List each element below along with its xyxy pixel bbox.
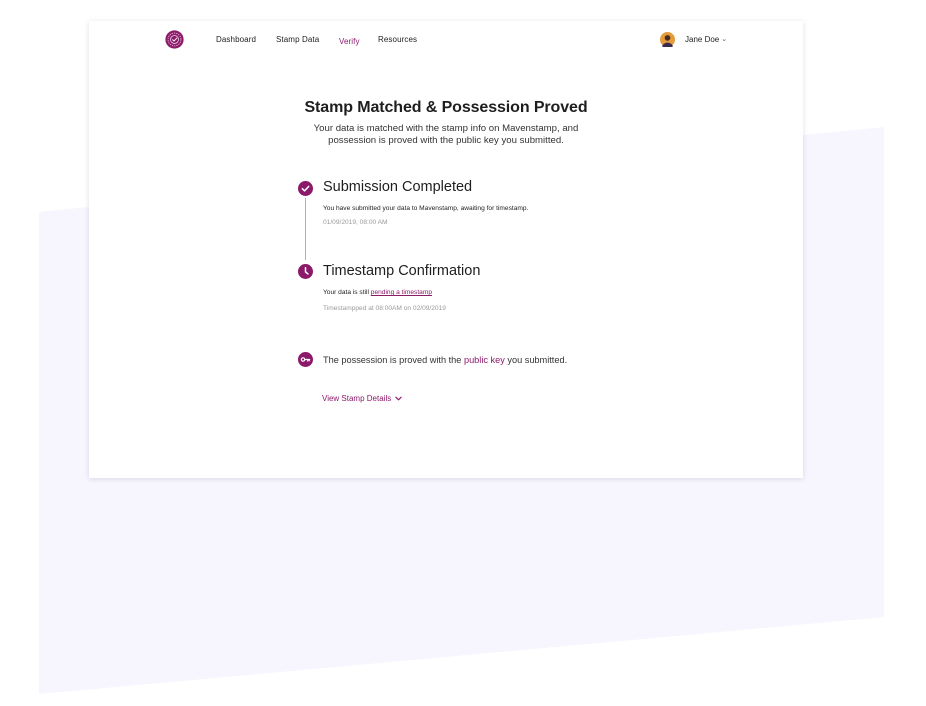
mavenstamp-logo-icon[interactable] — [165, 30, 184, 49]
pending-timestamp-link[interactable]: pending a timestamp — [371, 289, 432, 296]
page-subtitle: Your data is matched with the stamp info… — [313, 123, 579, 146]
step-title: Submission Completed — [323, 179, 473, 195]
check-circle-icon — [298, 181, 313, 196]
step-description-text: Your data is still — [323, 289, 371, 296]
step-timestamp: Timestampped at 08:00AM on 02/09/2019 — [323, 305, 446, 312]
key-icon — [298, 352, 313, 367]
possession-message: The possession is proved with the public… — [323, 355, 567, 365]
step-description: You have submitted your data to Mavensta… — [323, 205, 529, 212]
nav-verify[interactable]: Verify — [339, 37, 360, 46]
chevron-down-icon: ⌄ — [721, 36, 728, 43]
step-description: Your data is still pending a timestamp — [323, 289, 432, 296]
page-title: Stamp Matched & Possession Proved — [304, 99, 588, 116]
avatar — [660, 31, 675, 47]
public-key-link[interactable]: public key — [464, 355, 505, 365]
step-title: Timestamp Confirmation — [323, 263, 481, 279]
nav-stamp-data[interactable]: Stamp Data — [276, 35, 319, 44]
possession-text: The possession is proved with the — [323, 355, 464, 365]
chevron-down-icon — [395, 396, 402, 401]
user-menu[interactable]: Jane Doe ⌄ — [660, 31, 727, 47]
main-card: Dashboard Stamp Data Verify Resources Ja… — [89, 21, 803, 478]
view-stamp-details-label: View Stamp Details — [322, 394, 392, 403]
clock-icon — [298, 264, 313, 279]
possession-text-end: you submitted. — [504, 355, 568, 365]
timeline-connector — [305, 198, 306, 260]
nav-dashboard[interactable]: Dashboard — [216, 35, 256, 44]
step-timestamp: 01/09/2019, 08:00 AM — [323, 219, 388, 226]
view-stamp-details-button[interactable]: View Stamp Details — [322, 394, 402, 403]
user-name: Jane Doe — [685, 34, 720, 44]
nav-resources[interactable]: Resources — [378, 35, 417, 44]
